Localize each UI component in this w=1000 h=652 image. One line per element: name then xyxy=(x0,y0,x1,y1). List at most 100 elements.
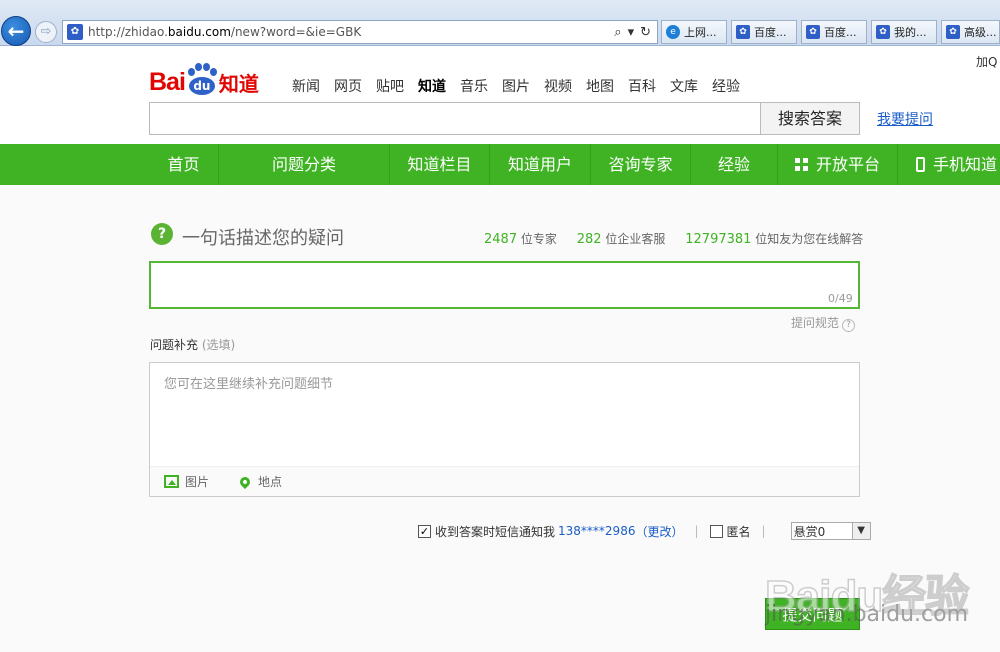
tab-columns[interactable]: 知道栏目 xyxy=(390,144,490,185)
logo-paw-text: du xyxy=(188,77,215,95)
logo-text: Bai xyxy=(149,68,186,96)
question-icon: ? xyxy=(151,223,173,245)
tab-experts[interactable]: 咨询专家 xyxy=(591,144,691,185)
options-row: ✓ 收到答案时短信通知我 138****2986 （更改） | 匿名 | 悬赏0… xyxy=(418,522,871,540)
experts-count: 2487 xyxy=(484,232,518,247)
stats-line: 2487 位专家 282 位企业客服 12797381 位知友为您在线解答 xyxy=(484,230,863,247)
users-label: 位知友为您在线解答 xyxy=(755,232,864,246)
refresh-icon[interactable]: ↻ xyxy=(640,25,651,40)
dropdown-icon[interactable]: ▾ xyxy=(628,25,635,40)
baidu-paw-icon: du xyxy=(186,63,218,97)
browser-tab[interactable]: ✿ 百度... xyxy=(731,20,797,44)
baidu-paw-icon: ✿ xyxy=(67,24,83,40)
baidu-zhidao-logo[interactable]: Bai du 知道 xyxy=(149,53,259,97)
tab-label: 问题分类 xyxy=(271,155,336,174)
nav-images[interactable]: 图片 xyxy=(502,76,530,96)
experts-label: 位专家 xyxy=(520,232,557,246)
optional-text: (选填) xyxy=(201,338,236,352)
main-nav: 首页 问题分类 知道栏目 知道用户 咨询专家 经验 开放平台 手机知道 xyxy=(0,144,1000,185)
browser-tab[interactable]: ✿ 我的... xyxy=(871,20,937,44)
nav-zhidao[interactable]: 知道 xyxy=(418,76,446,96)
tab-jingyan[interactable]: 经验 xyxy=(691,144,778,185)
location-pin-icon xyxy=(237,474,253,489)
char-counter: 0/49 xyxy=(828,292,853,305)
tab-categories[interactable]: 问题分类 xyxy=(219,144,390,185)
browser-tab[interactable]: ✿ 高级... xyxy=(941,20,1000,44)
submit-question-button[interactable]: 提交问题 xyxy=(765,598,860,630)
phone-icon xyxy=(916,157,925,172)
divider: | xyxy=(761,524,766,538)
question-input[interactable] xyxy=(149,261,860,309)
rules-link[interactable]: 提问规范? xyxy=(791,314,856,332)
supplement-placeholder: 您可在这里继续补充问题细节 xyxy=(164,377,334,392)
forward-arrow-icon[interactable]: ⇨ xyxy=(35,21,57,43)
insert-image-button[interactable]: 图片 xyxy=(164,473,209,490)
nav-web[interactable]: 网页 xyxy=(334,76,362,96)
anonymous-checkbox[interactable] xyxy=(709,524,723,538)
back-arrow-icon[interactable]: ← xyxy=(1,16,31,46)
nav-tieba[interactable]: 贴吧 xyxy=(376,76,404,96)
nav-map[interactable]: 地图 xyxy=(586,76,614,96)
ask-question-link[interactable]: 我要提问 xyxy=(877,109,933,129)
help-icon: ? xyxy=(842,319,856,332)
nav-baike[interactable]: 百科 xyxy=(628,76,656,96)
nav-video[interactable]: 视频 xyxy=(544,76,572,96)
tab-label: 手机知道 xyxy=(933,155,998,174)
url-text[interactable]: http://zhidao.baidu.com/new?word=&ie=GBK xyxy=(88,25,614,39)
tool-label: 图片 xyxy=(185,475,210,489)
logo-zhidao-text: 知道 xyxy=(218,72,259,96)
tab-label: 我的... xyxy=(894,26,927,39)
tab-label: 首页 xyxy=(167,155,200,174)
tab-mobile[interactable]: 手机知道 xyxy=(898,144,1000,185)
chevron-down-icon: ▼ xyxy=(851,523,870,539)
search-input[interactable] xyxy=(149,102,761,135)
baidu-paw-icon: ✿ xyxy=(876,25,890,39)
ie-icon: e xyxy=(666,25,680,39)
browser-tab[interactable]: e 上网... xyxy=(661,20,727,44)
nav-news[interactable]: 新闻 xyxy=(292,76,320,96)
supplement-label-text: 问题补充 xyxy=(150,338,199,352)
rules-text: 提问规范 xyxy=(791,316,840,330)
top-right-link[interactable]: 加Q xyxy=(976,53,997,70)
address-bar[interactable]: ✿ http://zhidao.baidu.com/new?word=&ie=G… xyxy=(62,20,658,44)
tab-label: 经验 xyxy=(717,155,750,174)
supplement-textarea[interactable]: 您可在这里继续补充问题细节 图片 地点 xyxy=(149,362,860,497)
browser-tab[interactable]: ✿ 百度... xyxy=(801,20,867,44)
baidu-paw-icon: ✿ xyxy=(946,25,960,39)
users-count: 12797381 xyxy=(685,232,752,247)
reward-select[interactable]: 悬赏0 ▼ xyxy=(790,522,871,540)
nav-wenku[interactable]: 文库 xyxy=(670,76,698,96)
tab-label: 开放平台 xyxy=(815,155,880,174)
top-nav: 新闻 网页 贴吧 知道 音乐 图片 视频 地图 百科 文库 经验 xyxy=(292,76,740,96)
search-icon[interactable]: ⌕ xyxy=(614,25,621,40)
search-answer-button[interactable]: 搜索答案 xyxy=(760,102,860,135)
enterprise-count: 282 xyxy=(576,232,602,247)
question-title: 一句话描述您的疑问 xyxy=(182,228,344,249)
nav-jingyan[interactable]: 经验 xyxy=(712,76,740,96)
supplement-toolbar: 图片 地点 xyxy=(150,466,859,496)
tab-label: 高级... xyxy=(964,26,997,39)
sms-checkbox[interactable]: ✓ xyxy=(418,524,431,538)
reward-value: 悬赏0 xyxy=(793,524,826,539)
enterprise-label: 位企业客服 xyxy=(605,232,666,246)
tab-label: 知道栏目 xyxy=(407,155,472,174)
supplement-label: 问题补充 (选填) xyxy=(150,336,235,353)
grid-icon xyxy=(794,158,808,171)
tab-home[interactable]: 首页 xyxy=(149,144,219,185)
insert-location-button[interactable]: 地点 xyxy=(237,473,283,490)
divider: | xyxy=(694,524,699,538)
image-icon xyxy=(164,475,179,488)
baidu-paw-icon: ✿ xyxy=(736,25,750,39)
baidu-paw-icon: ✿ xyxy=(806,25,820,39)
nav-music[interactable]: 音乐 xyxy=(460,76,488,96)
tab-users[interactable]: 知道用户 xyxy=(490,144,591,185)
tab-label: 咨询专家 xyxy=(608,155,673,174)
tab-label: 百度... xyxy=(824,26,857,39)
tab-open-platform[interactable]: 开放平台 xyxy=(778,144,898,185)
tab-label: 百度... xyxy=(754,26,787,39)
address-controls: ⌕ ▾ ↻ xyxy=(614,25,657,40)
phone-number: 138****2986 xyxy=(558,524,636,538)
tool-label: 地点 xyxy=(258,475,283,489)
change-phone-link[interactable]: （更改） xyxy=(635,523,683,540)
sms-label: 收到答案时短信通知我 xyxy=(435,524,556,539)
